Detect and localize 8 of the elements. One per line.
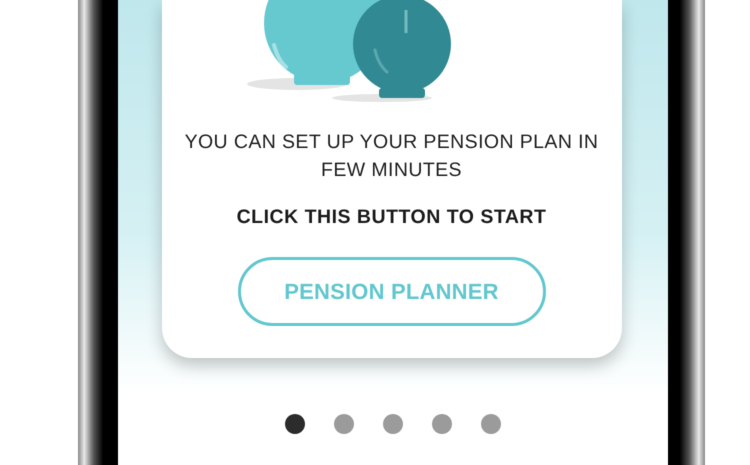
instruction-text: CLICK THIS BUTTON TO START [236, 206, 546, 229]
page-dot[interactable] [383, 414, 403, 434]
page-dot[interactable] [432, 414, 452, 434]
pension-planner-button[interactable]: PENSION PLANNER [238, 257, 546, 326]
page-dot[interactable] [285, 414, 305, 434]
page-dot[interactable] [334, 414, 354, 434]
page-dot[interactable] [481, 414, 501, 434]
info-text: YOU CAN SET UP YOUR PENSION PLAN IN FEW MINUTES [184, 130, 600, 183]
